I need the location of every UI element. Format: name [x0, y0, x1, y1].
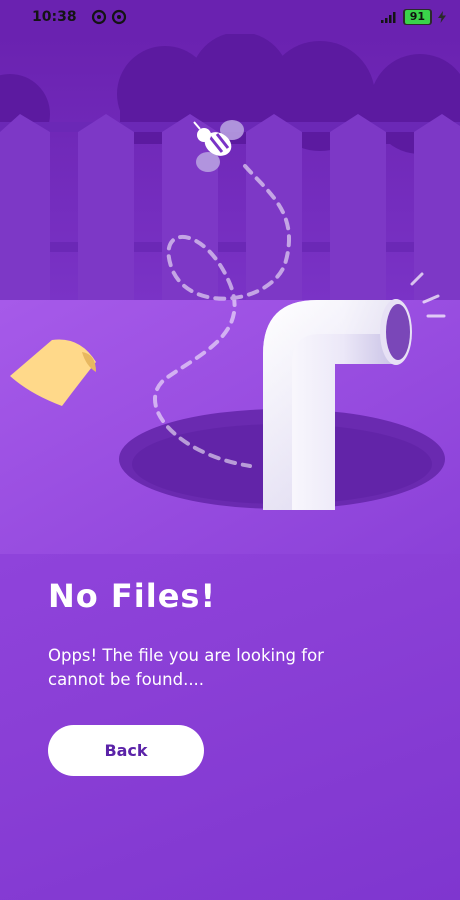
sync-icon — [111, 9, 126, 25]
charging-bolt-icon — [438, 11, 446, 23]
battery-icon: 91 — [402, 9, 432, 25]
back-button[interactable]: Back — [48, 725, 204, 776]
status-indicators: 91 — [380, 9, 446, 25]
no-files-screen: 10:38 91 No Files! Opps! The file you ar… — [0, 0, 460, 900]
status-bar: 10:38 91 — [0, 0, 460, 34]
signal-icon — [380, 12, 396, 23]
error-message: Opps! The file you are looking for canno… — [48, 646, 324, 689]
status-time: 10:38 — [32, 9, 77, 25]
sync-icon — [91, 9, 106, 25]
page-title: No Files! — [48, 577, 217, 615]
illustration — [0, 34, 460, 554]
battery-level: 91 — [404, 10, 430, 24]
